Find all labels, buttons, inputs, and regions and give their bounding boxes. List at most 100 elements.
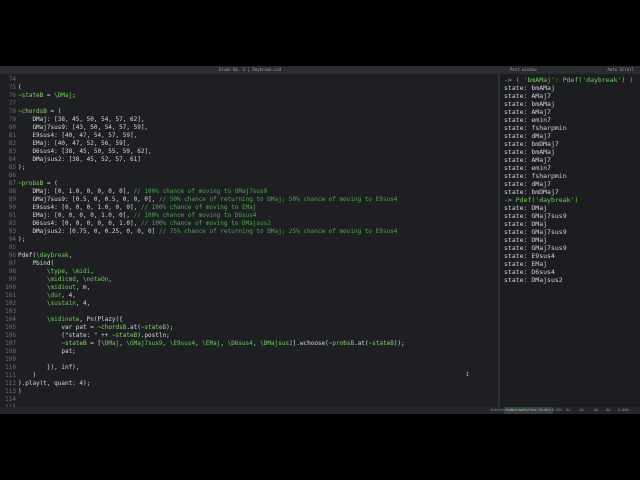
code-line[interactable]: 110 }), inf), xyxy=(0,364,498,372)
post-line: state: bmDMaj7 xyxy=(504,140,559,148)
code-line[interactable]: 94); xyxy=(0,236,498,244)
code-line[interactable]: 85); xyxy=(0,164,498,172)
line-number: 95 xyxy=(8,244,16,251)
code-line[interactable]: 109 xyxy=(0,356,498,364)
code-line[interactable]: 74 xyxy=(0,76,498,84)
code-line[interactable]: 103 xyxy=(0,308,498,316)
post-line: state: dMaj7 xyxy=(504,132,551,140)
code-line[interactable]: 77 xyxy=(0,100,498,108)
post-line: state: fsharpmin xyxy=(504,172,567,180)
line-number: 112 xyxy=(5,380,16,387)
code-text: ) xyxy=(18,388,22,395)
line-number: 110 xyxy=(5,364,16,371)
line-number: 77 xyxy=(8,100,16,107)
synthdef-count: 0d xyxy=(606,408,611,412)
code-line[interactable]: 98 \type, \midi, xyxy=(0,268,498,276)
line-number: 92 xyxy=(8,220,16,227)
line-number: 79 xyxy=(8,116,16,123)
code-line[interactable]: 92 D6sus4: [0, 0, 0, 0, 0, 1.0], // 100%… xyxy=(0,220,498,228)
line-number: 76 xyxy=(8,92,16,99)
code-line[interactable]: 78 ~chordsB = ( xyxy=(0,108,498,116)
code-text: }), inf), xyxy=(18,364,80,371)
code-text: E9sus4: [0, 0, 0, 1.0, 0, 0], // 100% ch… xyxy=(18,204,257,211)
code-text: \midiout, m, xyxy=(46,284,91,291)
code-text: \type, \midi, xyxy=(46,268,94,275)
line-number: 75 xyxy=(8,84,16,91)
line-number: 111 xyxy=(5,372,16,379)
code-line[interactable]: 80 GMaj7sus9: [43, 50, 54, 57, 59], xyxy=(0,124,498,132)
post-line: state: GMaj7sus9 xyxy=(504,244,567,252)
code-line[interactable]: 76 ~stateB = \DMaj; xyxy=(0,92,498,100)
code-text: pat; xyxy=(18,348,76,355)
code-line[interactable]: 90 E9sus4: [0, 0, 0, 1.0, 0, 0], // 100%… xyxy=(0,204,498,212)
code-text: ~chordsB = ( xyxy=(18,108,62,115)
code-text: ); xyxy=(18,164,26,171)
post-line: state: bmAMaj xyxy=(504,84,555,92)
code-line[interactable]: 99 \midicmd, \noteOn, xyxy=(0,276,498,284)
code-line[interactable]: 91 EMaj: [0, 0, 0, 0, 1.0, 0], // 100% c… xyxy=(0,212,498,220)
code-text: D6sus4: [38, 45, 50, 55, 59, 62], xyxy=(18,148,152,155)
code-text: ("state: " ++ ~stateB).postln; xyxy=(18,332,170,339)
code-line[interactable]: 102 \sustain, 4, xyxy=(0,300,498,308)
line-number: 94 xyxy=(8,236,16,243)
code-line[interactable]: 89 GMaj7sus9: [0.5, 0, 0.5, 0, 0, 0], //… xyxy=(0,196,498,204)
line-number: 86 xyxy=(8,172,16,179)
auto-scroll-toggle[interactable]: Auto Scroll xyxy=(608,66,635,74)
code-line[interactable]: 88 DMaj: [0, 1.0, 0, 0, 0, 0], // 100% c… xyxy=(0,188,498,196)
code-text: E9sus4: [40, 47, 54, 57, 59], xyxy=(18,132,138,139)
code-text: ( xyxy=(18,84,22,91)
supercollider-ide-window: Etude No. 3 | Daybreak.scd Post window A… xyxy=(0,66,640,414)
code-line[interactable]: 96 Pdef(\daybreak, xyxy=(0,252,498,260)
post-line: state: bmDMaj7 xyxy=(504,188,559,196)
code-line[interactable]: 87 ~probsB = ( xyxy=(0,180,498,188)
code-line[interactable]: 113) xyxy=(0,388,498,396)
code-line[interactable]: 97 Pbind( xyxy=(0,260,498,268)
group-count: 0g xyxy=(594,408,599,412)
title-bar: Etude No. 3 | Daybreak.scd Post window A… xyxy=(0,66,640,74)
post-line: -> Pdef('daybreak') xyxy=(504,196,579,204)
code-line[interactable]: 81 E9sus4: [40, 47, 54, 57, 59], xyxy=(0,132,498,140)
post-line: state: AMaj7 xyxy=(504,156,551,164)
mouse-cursor-icon: I xyxy=(466,372,470,378)
code-line[interactable]: 101 \dur, 4, xyxy=(0,292,498,300)
post-line: state: DMaj xyxy=(504,204,548,212)
post-line: state: GMaj7sus9 xyxy=(504,212,567,220)
code-line[interactable]: 114 xyxy=(0,396,498,404)
code-line[interactable]: 86 xyxy=(0,172,498,180)
code-line[interactable]: 108 pat; xyxy=(0,348,498,356)
line-number: 96 xyxy=(8,252,16,259)
line-number: 84 xyxy=(8,156,16,163)
code-editor[interactable]: 74 75(76 ~stateB = \DMaj; 77 78 ~chordsB = (7… xyxy=(0,74,498,407)
post-line: -> ( 'bmAMaj': Pdef('daybreak') ) xyxy=(504,76,634,84)
code-line[interactable]: 75( xyxy=(0,84,498,92)
line-number: 99 xyxy=(8,276,16,283)
code-line[interactable]: 106 ("state: " ++ ~stateB).postln; xyxy=(0,332,498,340)
line-number: 113 xyxy=(5,388,16,395)
code-line[interactable]: 107 ~stateB = [\DMaj, \GMaj7sus9, \E9sus… xyxy=(0,340,498,348)
synth-count: 0s xyxy=(580,408,585,412)
code-line[interactable]: 105 var pat = ~chordsB.at(~stateB); xyxy=(0,324,498,332)
post-window[interactable]: -> ( 'bmAMaj': Pdef('daybreak') ) state: … xyxy=(500,74,640,407)
code-line[interactable]: 112).play(t, quant: 4); xyxy=(0,380,498,388)
post-line: state: bmAMaj xyxy=(504,100,555,108)
line-number: 88 xyxy=(8,188,16,195)
code-line[interactable]: 84 DMajsus2: [38, 45, 52, 57, 61] xyxy=(0,156,498,164)
code-text: DMajsus2: [38, 45, 52, 57, 61] xyxy=(18,156,141,163)
post-line: state: DMaj xyxy=(504,236,548,244)
post-line: state: AMaj7 xyxy=(504,92,551,100)
line-number: 85 xyxy=(8,164,16,171)
line-number: 89 xyxy=(8,196,16,203)
code-text: GMaj7sus9: [0.5, 0, 0.5, 0, 0, 0], // 50… xyxy=(18,196,398,203)
code-line[interactable]: 95 xyxy=(0,244,498,252)
code-line[interactable]: 79 DMaj: [38, 45, 50, 54, 57, 62], xyxy=(0,116,498,124)
code-line[interactable]: 111 ) xyxy=(0,372,498,380)
code-line[interactable]: 93 DMajsus2: [0.75, 0, 0.25, 0, 0, 0] //… xyxy=(0,228,498,236)
line-number: 97 xyxy=(8,260,16,267)
code-line[interactable]: 82 EMaj: [40, 47, 52, 56, 59], xyxy=(0,140,498,148)
post-line: state: emin7 xyxy=(504,116,551,124)
code-text: Pbind( xyxy=(18,260,55,267)
code-line[interactable]: 83 D6sus4: [38, 45, 50, 55, 59, 62], xyxy=(0,148,498,156)
line-number: 108 xyxy=(5,348,16,355)
code-line[interactable]: 104 \midinote, Pn(Plazy({ xyxy=(0,316,498,324)
code-line[interactable]: 100 \midiout, m, xyxy=(0,284,498,292)
